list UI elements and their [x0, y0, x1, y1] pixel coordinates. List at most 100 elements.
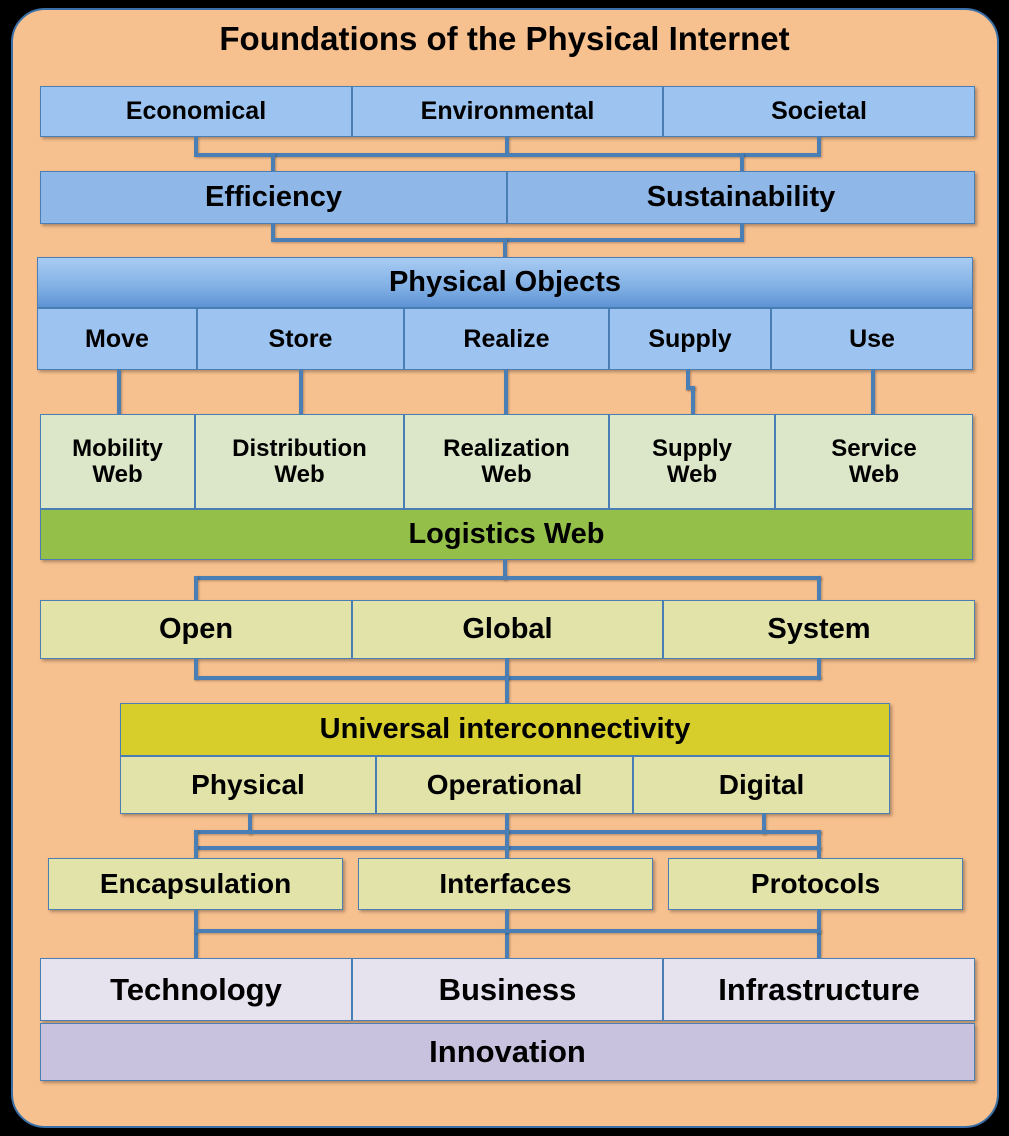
connector-realize-to-realization [504, 370, 508, 414]
cell-societal[interactable]: Societal [663, 86, 975, 137]
cell-label: Move [85, 324, 149, 353]
cell-label: Distribution Web [232, 434, 367, 488]
connector-efficiency-stub [271, 224, 275, 238]
cell-environmental[interactable]: Environmental [352, 86, 663, 137]
cell-label: Operational [426, 768, 583, 800]
cell-label: Realize [463, 324, 550, 353]
cell-realize[interactable]: Realize [404, 308, 609, 370]
cell-system[interactable]: System [663, 600, 975, 659]
connector-sustainability-stub [740, 224, 744, 238]
diagram-canvas: Foundations of the Physical Internet Eco… [0, 0, 1009, 1136]
cell-mobility-web[interactable]: Mobility Web [40, 414, 195, 509]
cell-physical-objects[interactable]: Physical Objects [37, 257, 973, 308]
connector-drivers-bus [194, 153, 821, 157]
cell-label-line2: Web [666, 460, 718, 488]
cell-protocols[interactable]: Protocols [668, 858, 963, 910]
connector-supply-stub-lower [691, 386, 695, 414]
cell-innovation[interactable]: Innovation [40, 1023, 975, 1081]
connector-bus-to-system [817, 576, 821, 600]
connector-bus-to-open [194, 576, 198, 600]
connector-use-to-service [871, 370, 875, 414]
cell-label: Encapsulation [99, 867, 292, 899]
cell-label: Physical Objects [388, 265, 622, 298]
cell-move[interactable]: Move [37, 308, 197, 370]
cell-label-line2: Web [92, 460, 143, 488]
cell-label: Supply Web [651, 434, 732, 488]
cell-realization-web[interactable]: Realization Web [404, 414, 609, 509]
cell-label: Store [268, 324, 333, 353]
cell-supply-web[interactable]: Supply Web [609, 414, 775, 509]
cell-label: Business [438, 971, 577, 1007]
cell-supply-action[interactable]: Supply [609, 308, 771, 370]
cell-service-web[interactable]: Service Web [775, 414, 973, 509]
cell-label: Infrastructure [718, 971, 920, 1007]
connector-mechanisms-bus [194, 929, 821, 933]
cell-label-line1: Realization [443, 434, 570, 462]
connector-logistics-bus [194, 576, 821, 580]
cell-encapsulation[interactable]: Encapsulation [48, 858, 343, 910]
connector-societal-stub [817, 137, 821, 153]
cell-physical[interactable]: Physical [120, 756, 376, 814]
connector-store-to-distribution [299, 370, 303, 414]
cell-economical[interactable]: Economical [40, 86, 352, 137]
cell-open[interactable]: Open [40, 600, 352, 659]
cell-label: Protocols [750, 867, 881, 899]
cell-label: Universal interconnectivity [319, 712, 691, 745]
cell-label: Physical [191, 768, 305, 800]
cell-label-line1: Mobility [72, 434, 163, 462]
cell-global[interactable]: Global [352, 600, 663, 659]
cell-label-line1: Service [831, 434, 917, 462]
connector-bus-to-interfaces [505, 830, 509, 858]
cell-distribution-web[interactable]: Distribution Web [195, 414, 404, 509]
cell-label: Interfaces [439, 867, 572, 899]
connector-to-efficiency [271, 153, 275, 171]
cell-label: Technology [110, 971, 282, 1007]
cell-label-line2: Web [481, 460, 532, 488]
cell-operational[interactable]: Operational [376, 756, 633, 814]
cell-label: Mobility Web [72, 434, 163, 488]
cell-label: Use [849, 324, 895, 353]
cell-label: Economical [125, 97, 267, 125]
cell-label: Open [158, 612, 234, 645]
cell-label: Global [462, 612, 553, 645]
cell-efficiency[interactable]: Efficiency [40, 171, 507, 224]
cell-label: Societal [771, 97, 867, 125]
connector-to-universal [505, 676, 509, 703]
cell-label: Environmental [420, 97, 595, 125]
cell-label: Innovation [429, 1034, 586, 1070]
cell-interfaces[interactable]: Interfaces [358, 858, 653, 910]
connector-interfaces-drop [505, 910, 509, 958]
cell-label: Logistics Web [408, 517, 605, 550]
connector-encapsulation-drop [194, 910, 198, 958]
connector-bus-to-protocols [817, 830, 821, 858]
cell-infrastructure[interactable]: Infrastructure [663, 958, 975, 1021]
cell-label: System [767, 612, 871, 645]
cell-technology[interactable]: Technology [40, 958, 352, 1021]
connector-move-to-mobility [117, 370, 121, 414]
cell-business[interactable]: Business [352, 958, 663, 1021]
connector-to-physical-objects [503, 238, 507, 257]
connector-protocols-drop [817, 910, 821, 958]
cell-label: Sustainability [646, 180, 836, 213]
cell-universal-interconnectivity[interactable]: Universal interconnectivity [120, 703, 890, 756]
cell-label-line2: Web [274, 460, 325, 488]
cell-label-line1: Supply [651, 434, 732, 462]
cell-use[interactable]: Use [771, 308, 973, 370]
cell-label-line1: Distribution [232, 434, 367, 462]
cell-label: Digital [718, 768, 805, 800]
diagram-title: Foundations of the Physical Internet [219, 20, 790, 57]
cell-store[interactable]: Store [197, 308, 404, 370]
connector-goals-bus [271, 238, 744, 242]
connector-economical-stub [194, 137, 198, 153]
connector-to-sustainability [740, 153, 744, 171]
cell-sustainability[interactable]: Sustainability [507, 171, 975, 224]
cell-label: Supply [648, 324, 732, 353]
cell-digital[interactable]: Digital [633, 756, 890, 814]
cell-label: Realization Web [443, 434, 570, 488]
connector-bus-to-encapsulation [194, 830, 198, 858]
connector-environmental-stub [505, 137, 509, 153]
cell-label: Service Web [831, 434, 917, 488]
cell-label: Efficiency [205, 180, 342, 213]
cell-logistics-web[interactable]: Logistics Web [40, 509, 973, 560]
cell-label-line2: Web [848, 460, 900, 488]
